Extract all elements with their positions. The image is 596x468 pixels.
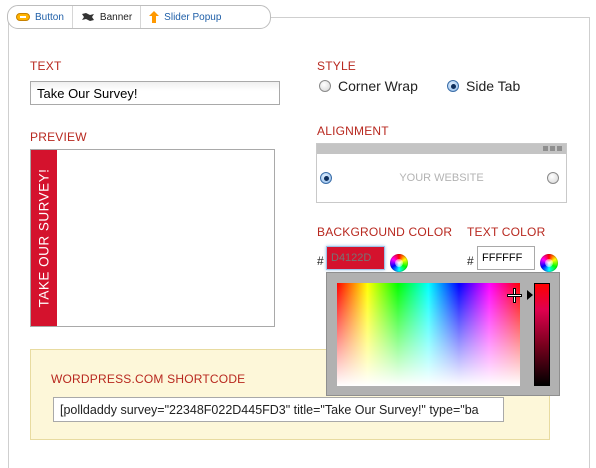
tab-banner-label: Banner (99, 11, 133, 23)
tab-slider-popup-label: Slider Popup (164, 11, 222, 23)
window-buttons-icon (543, 146, 562, 151)
color-picker-popup (326, 272, 560, 396)
text-color-input[interactable] (477, 246, 535, 270)
tab-button-label: Button (35, 11, 64, 23)
preview-label: PREVIEW (30, 130, 87, 144)
button-pill-icon (16, 13, 30, 21)
crosshair-cursor-icon[interactable] (508, 289, 521, 302)
banner-flag-icon (81, 12, 95, 22)
preview-box: TAKE OUR SURVEY! (30, 149, 275, 327)
side-tab-radio[interactable] (447, 80, 459, 92)
text-color-label: TEXT COLOR (467, 225, 546, 239)
hue-slider[interactable] (534, 283, 550, 386)
shortcode-label: WORDPRESS.COM SHORTCODE (51, 372, 246, 386)
tab-banner[interactable]: Banner (71, 6, 140, 28)
your-website-text: YOUR WEBSITE (399, 172, 484, 184)
background-color-hash: # (317, 254, 324, 268)
style-option-corner-wrap[interactable]: Corner Wrap (319, 78, 418, 94)
corner-wrap-radio[interactable] (319, 80, 331, 92)
preview-side-tab: TAKE OUR SURVEY! (31, 150, 57, 326)
slider-up-arrow-icon (149, 11, 160, 23)
survey-text-input[interactable] (30, 81, 280, 105)
side-tab-label: Side Tab (466, 78, 521, 94)
preview-side-tab-text: TAKE OUR SURVEY! (36, 168, 52, 308)
type-tab-bar: Button Banner Slider Popup (7, 5, 271, 29)
text-color-wheel-icon[interactable] (540, 254, 558, 272)
alignment-label: ALIGNMENT (317, 124, 389, 138)
saturation-value-area[interactable] (337, 283, 521, 386)
background-color-label: BACKGROUND COLOR (317, 225, 453, 239)
tab-button[interactable]: Button (8, 6, 72, 28)
corner-wrap-label: Corner Wrap (338, 78, 418, 94)
align-right-radio[interactable] (547, 172, 559, 184)
style-label: STYLE (317, 59, 357, 73)
hue-slider-arrow-icon[interactable] (527, 290, 533, 300)
text-label: TEXT (30, 59, 62, 73)
shortcode-field[interactable]: [polldaddy survey="22348F022D445FD3" tit… (53, 397, 504, 422)
background-color-wheel-icon[interactable] (390, 254, 408, 272)
text-color-hash: # (467, 254, 474, 268)
alignment-preview: YOUR WEBSITE (316, 143, 567, 203)
tab-slider-popup[interactable]: Slider Popup (140, 6, 229, 28)
background-color-input[interactable] (326, 246, 385, 270)
style-option-side-tab[interactable]: Side Tab (447, 78, 520, 94)
browser-titlebar (317, 144, 566, 154)
